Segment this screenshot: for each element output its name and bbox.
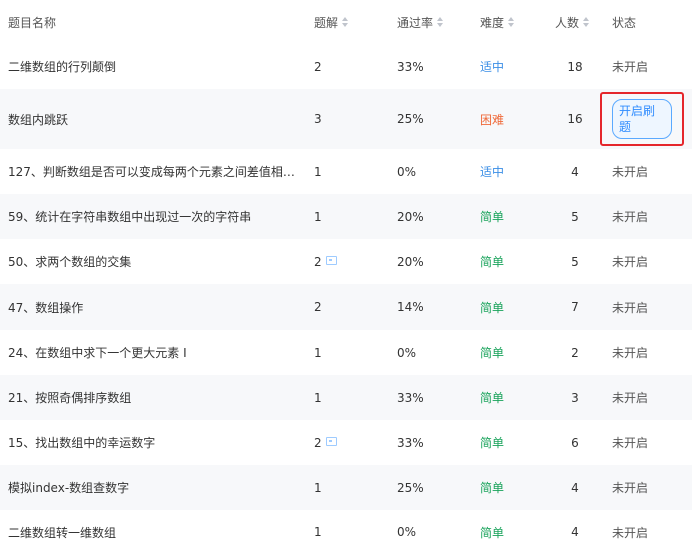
- attempt-count: 7: [571, 300, 579, 314]
- status-text: 未开启: [612, 391, 649, 405]
- solution-count: 1: [314, 390, 322, 405]
- solution-count: 3: [314, 112, 322, 126]
- header-difficulty[interactable]: 难度: [480, 14, 540, 31]
- video-icon[interactable]: [325, 256, 337, 265]
- status-text: 未开启: [612, 300, 649, 315]
- pass-rate: 0%: [397, 164, 417, 179]
- solution-count: 2: [314, 300, 322, 314]
- attempt-count: 2: [571, 345, 579, 360]
- pass-rate: 0%: [397, 525, 417, 539]
- difficulty-badge: 简单: [480, 481, 505, 495]
- header-solutions[interactable]: 题解: [314, 14, 374, 31]
- problem-table: 题目名称 题解 通过率 难度 人数 状态 二维数组的行列颠倒 2 33% 适中 18 未开…: [0, 0, 692, 554]
- table-row[interactable]: 15、找出数组中的幸运数字 2 33% 简单 6 未开启: [0, 420, 692, 465]
- difficulty-badge: 简单: [480, 525, 505, 540]
- problem-name[interactable]: 数组内跳跃: [8, 89, 304, 149]
- pass-rate: 25%: [397, 480, 424, 495]
- problem-name[interactable]: 15、找出数组中的幸运数字: [8, 420, 304, 465]
- difficulty-badge: 简单: [480, 255, 505, 269]
- solution-count: 1: [314, 209, 322, 224]
- attempt-count: 4: [571, 164, 579, 179]
- table-row[interactable]: 47、数组操作 2 14% 简单 7 未开启: [0, 284, 692, 330]
- solution-count: 1: [314, 345, 322, 360]
- problem-name[interactable]: 47、数组操作: [8, 284, 304, 330]
- difficulty-badge: 简单: [480, 210, 505, 224]
- attempt-count: 5: [571, 254, 579, 269]
- difficulty-badge: 简单: [480, 300, 505, 315]
- problem-name[interactable]: 二维数组转一维数组: [8, 510, 304, 554]
- pass-rate: 14%: [397, 300, 424, 314]
- pass-rate: 25%: [397, 112, 424, 126]
- table-row[interactable]: 数组内跳跃 3 25% 困难 16 开启刷题: [0, 89, 692, 149]
- problem-name[interactable]: 24、在数组中求下一个更大元素 I: [8, 330, 304, 375]
- pass-rate: 33%: [397, 390, 424, 405]
- video-icon[interactable]: [325, 437, 337, 446]
- status-text: 未开启: [612, 481, 649, 495]
- attempt-count: 6: [571, 435, 579, 450]
- difficulty-badge: 简单: [480, 391, 505, 405]
- table-row[interactable]: 二维数组转一维数组 1 0% 简单 4 未开启: [0, 510, 692, 554]
- problem-name[interactable]: 127、判断数组是否可以变成每两个元素之间差值相等...: [8, 149, 304, 194]
- solution-count: 2: [314, 420, 374, 465]
- table-row[interactable]: 24、在数组中求下一个更大元素 I 1 0% 简单 2 未开启: [0, 330, 692, 375]
- table-row[interactable]: 二维数组的行列颠倒 2 33% 适中 18 未开启: [0, 44, 692, 89]
- table-row[interactable]: 127、判断数组是否可以变成每两个元素之间差值相等... 1 0% 适中 4 未开启: [0, 149, 692, 194]
- difficulty-badge: 困难: [480, 112, 505, 127]
- attempt-count: 4: [571, 525, 579, 539]
- pass-rate: 20%: [397, 254, 424, 269]
- header-pass-rate[interactable]: 通过率: [397, 14, 457, 31]
- status-text: 未开启: [612, 60, 649, 74]
- header-name: 题目名称: [8, 15, 57, 30]
- pass-rate: 20%: [397, 209, 424, 224]
- pass-rate: 33%: [397, 59, 424, 74]
- status-text: 未开启: [612, 165, 649, 179]
- status-text: 未开启: [612, 255, 649, 269]
- problem-name[interactable]: 二维数组的行列颠倒: [8, 44, 304, 89]
- highlight-box: [600, 92, 684, 146]
- solution-count: 2: [314, 239, 374, 284]
- pass-rate: 0%: [397, 345, 417, 360]
- table-header: 题目名称 题解 通过率 难度 人数 状态: [0, 0, 692, 44]
- header-count[interactable]: 人数: [555, 14, 595, 31]
- problem-name[interactable]: 50、求两个数组的交集: [8, 239, 304, 284]
- difficulty-badge: 简单: [480, 436, 505, 450]
- problem-name[interactable]: 21、按照奇偶排序数组: [8, 375, 304, 420]
- solution-count: 1: [314, 164, 322, 179]
- difficulty-badge: 适中: [480, 165, 505, 179]
- difficulty-badge: 适中: [480, 60, 505, 74]
- difficulty-badge: 简单: [480, 346, 505, 360]
- table-row[interactable]: 21、按照奇偶排序数组 1 33% 简单 3 未开启: [0, 375, 692, 420]
- status-text: 未开启: [612, 346, 649, 360]
- pass-rate: 33%: [397, 435, 424, 450]
- solution-count: 1: [314, 480, 322, 495]
- attempt-count: 18: [567, 59, 583, 74]
- sort-icon[interactable]: [437, 17, 444, 27]
- attempt-count: 5: [571, 209, 579, 224]
- status-text: 未开启: [612, 525, 649, 540]
- table-row[interactable]: 50、求两个数组的交集 2 20% 简单 5 未开启: [0, 239, 692, 284]
- sort-icon[interactable]: [342, 17, 349, 27]
- attempt-count: 4: [571, 480, 579, 495]
- table-row[interactable]: 模拟index-数组查数字 1 25% 简单 4 未开启: [0, 465, 692, 510]
- attempt-count: 3: [571, 390, 579, 405]
- header-status: 状态: [612, 15, 637, 30]
- attempt-count: 16: [567, 112, 583, 126]
- problem-name[interactable]: 模拟index-数组查数字: [8, 465, 304, 510]
- solution-count: 2: [314, 59, 322, 74]
- table-row[interactable]: 59、统计在字符串数组中出现过一次的字符串 1 20% 简单 5 未开启: [0, 194, 692, 239]
- status-text: 未开启: [612, 210, 649, 224]
- sort-icon[interactable]: [508, 17, 515, 27]
- problem-name[interactable]: 59、统计在字符串数组中出现过一次的字符串: [8, 194, 304, 239]
- status-text: 未开启: [612, 436, 649, 450]
- sort-icon[interactable]: [583, 17, 590, 27]
- solution-count: 1: [314, 525, 322, 539]
